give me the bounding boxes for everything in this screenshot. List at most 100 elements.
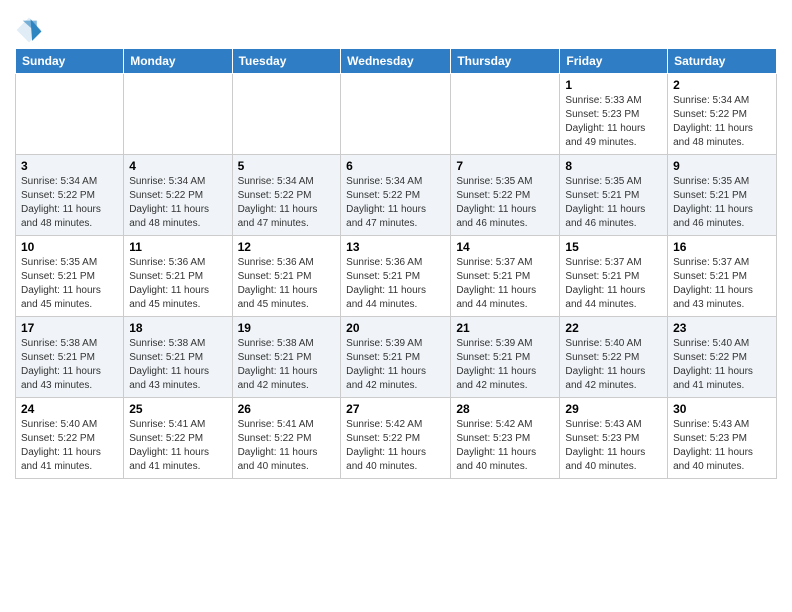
day-info: Sunrise: 5:34 AM Sunset: 5:22 PM Dayligh… (346, 175, 445, 231)
day-cell: 10 Sunrise: 5:35 AM Sunset: 5:21 PM Dayli… (16, 236, 124, 317)
day-number: 17 (21, 321, 118, 335)
day-info: Sunrise: 5:33 AM Sunset: 5:23 PM Dayligh… (565, 94, 662, 150)
day-info: Sunrise: 5:41 AM Sunset: 5:22 PM Dayligh… (238, 418, 336, 474)
day-info: Sunrise: 5:34 AM Sunset: 5:22 PM Dayligh… (238, 175, 336, 231)
day-info: Sunrise: 5:35 AM Sunset: 5:21 PM Dayligh… (21, 256, 118, 312)
day-info: Sunrise: 5:42 AM Sunset: 5:22 PM Dayligh… (346, 418, 445, 474)
day-cell: 26 Sunrise: 5:41 AM Sunset: 5:22 PM Dayli… (232, 398, 341, 479)
day-number: 12 (238, 240, 336, 254)
day-cell: 15Sunrise: 5:37 AM Sunset: 5:21 PM Dayli… (560, 236, 668, 317)
day-cell: 8 Sunrise: 5:35 AM Sunset: 5:21 PM Daylig… (560, 155, 668, 236)
day-info: Sunrise: 5:34 AM Sunset: 5:22 PM Dayligh… (21, 175, 118, 231)
day-number: 16 (673, 240, 771, 254)
header-row: SundayMondayTuesdayWednesdayThursdayFrid… (16, 49, 777, 74)
day-cell: 1 Sunrise: 5:33 AM Sunset: 5:23 PM Daylig… (560, 74, 668, 155)
col-header-monday: Monday (124, 49, 232, 74)
day-info: Sunrise: 5:42 AM Sunset: 5:23 PM Dayligh… (456, 418, 554, 474)
day-number: 21 (456, 321, 554, 335)
day-cell: 19Sunrise: 5:38 AM Sunset: 5:21 PM Dayli… (232, 317, 341, 398)
day-cell (124, 74, 232, 155)
day-cell (341, 74, 451, 155)
day-info: Sunrise: 5:37 AM Sunset: 5:21 PM Dayligh… (456, 256, 554, 312)
day-number: 8 (565, 159, 662, 173)
week-row-2: 3 Sunrise: 5:34 AM Sunset: 5:22 PM Daylig… (16, 155, 777, 236)
day-info: Sunrise: 5:37 AM Sunset: 5:21 PM Dayligh… (673, 256, 771, 312)
day-number: 23 (673, 321, 771, 335)
day-cell: 30 Sunrise: 5:43 AM Sunset: 5:23 PM Dayli… (668, 398, 777, 479)
week-row-1: 1 Sunrise: 5:33 AM Sunset: 5:23 PM Daylig… (16, 74, 777, 155)
col-header-friday: Friday (560, 49, 668, 74)
day-cell: 9 Sunrise: 5:35 AM Sunset: 5:21 PM Daylig… (668, 155, 777, 236)
day-cell: 22 Sunrise: 5:40 AM Sunset: 5:22 PM Dayli… (560, 317, 668, 398)
day-cell: 3 Sunrise: 5:34 AM Sunset: 5:22 PM Daylig… (16, 155, 124, 236)
day-cell: 17 Sunrise: 5:38 AM Sunset: 5:21 PM Dayli… (16, 317, 124, 398)
day-info: Sunrise: 5:38 AM Sunset: 5:21 PM Dayligh… (21, 337, 118, 393)
day-info: Sunrise: 5:36 AM Sunset: 5:21 PM Dayligh… (346, 256, 445, 312)
logo-icon (15, 16, 43, 44)
calendar-header: SundayMondayTuesdayWednesdayThursdayFrid… (16, 49, 777, 74)
day-cell: 7 Sunrise: 5:35 AM Sunset: 5:22 PM Daylig… (451, 155, 560, 236)
day-number: 28 (456, 402, 554, 416)
day-number: 15 (565, 240, 662, 254)
day-info: Sunrise: 5:35 AM Sunset: 5:21 PM Dayligh… (673, 175, 771, 231)
day-cell (16, 74, 124, 155)
day-info: Sunrise: 5:38 AM Sunset: 5:21 PM Dayligh… (129, 337, 226, 393)
week-row-3: 10 Sunrise: 5:35 AM Sunset: 5:21 PM Dayli… (16, 236, 777, 317)
day-info: Sunrise: 5:39 AM Sunset: 5:21 PM Dayligh… (456, 337, 554, 393)
day-number: 22 (565, 321, 662, 335)
day-info: Sunrise: 5:43 AM Sunset: 5:23 PM Dayligh… (673, 418, 771, 474)
day-cell: 29Sunrise: 5:43 AM Sunset: 5:23 PM Dayli… (560, 398, 668, 479)
day-number: 26 (238, 402, 336, 416)
day-info: Sunrise: 5:41 AM Sunset: 5:22 PM Dayligh… (129, 418, 226, 474)
day-info: Sunrise: 5:39 AM Sunset: 5:21 PM Dayligh… (346, 337, 445, 393)
day-number: 14 (456, 240, 554, 254)
col-header-thursday: Thursday (451, 49, 560, 74)
logo (15, 16, 47, 44)
day-info: Sunrise: 5:40 AM Sunset: 5:22 PM Dayligh… (565, 337, 662, 393)
day-cell: 5 Sunrise: 5:34 AM Sunset: 5:22 PM Daylig… (232, 155, 341, 236)
calendar-table: SundayMondayTuesdayWednesdayThursdayFrid… (15, 48, 777, 479)
day-number: 6 (346, 159, 445, 173)
day-cell: 25 Sunrise: 5:41 AM Sunset: 5:22 PM Dayli… (124, 398, 232, 479)
day-cell: 14 Sunrise: 5:37 AM Sunset: 5:21 PM Dayli… (451, 236, 560, 317)
page-header (15, 10, 777, 44)
day-cell: 11 Sunrise: 5:36 AM Sunset: 5:21 PM Dayli… (124, 236, 232, 317)
day-number: 5 (238, 159, 336, 173)
day-info: Sunrise: 5:40 AM Sunset: 5:22 PM Dayligh… (21, 418, 118, 474)
col-header-saturday: Saturday (668, 49, 777, 74)
day-number: 7 (456, 159, 554, 173)
day-number: 25 (129, 402, 226, 416)
day-info: Sunrise: 5:43 AM Sunset: 5:23 PM Dayligh… (565, 418, 662, 474)
day-cell: 23 Sunrise: 5:40 AM Sunset: 5:22 PM Dayli… (668, 317, 777, 398)
day-number: 2 (673, 78, 771, 92)
col-header-tuesday: Tuesday (232, 49, 341, 74)
day-info: Sunrise: 5:35 AM Sunset: 5:22 PM Dayligh… (456, 175, 554, 231)
calendar-body: 1 Sunrise: 5:33 AM Sunset: 5:23 PM Daylig… (16, 74, 777, 479)
col-header-wednesday: Wednesday (341, 49, 451, 74)
day-info: Sunrise: 5:36 AM Sunset: 5:21 PM Dayligh… (129, 256, 226, 312)
day-number: 11 (129, 240, 226, 254)
day-cell: 4 Sunrise: 5:34 AM Sunset: 5:22 PM Daylig… (124, 155, 232, 236)
day-info: Sunrise: 5:40 AM Sunset: 5:22 PM Dayligh… (673, 337, 771, 393)
day-cell: 24Sunrise: 5:40 AM Sunset: 5:22 PM Dayli… (16, 398, 124, 479)
day-cell: 2Sunrise: 5:34 AM Sunset: 5:22 PM Daylig… (668, 74, 777, 155)
day-cell: 20Sunrise: 5:39 AM Sunset: 5:21 PM Dayli… (341, 317, 451, 398)
day-number: 30 (673, 402, 771, 416)
day-cell: 6 Sunrise: 5:34 AM Sunset: 5:22 PM Daylig… (341, 155, 451, 236)
day-number: 9 (673, 159, 771, 173)
day-info: Sunrise: 5:35 AM Sunset: 5:21 PM Dayligh… (565, 175, 662, 231)
day-cell (232, 74, 341, 155)
day-info: Sunrise: 5:36 AM Sunset: 5:21 PM Dayligh… (238, 256, 336, 312)
day-cell: 28 Sunrise: 5:42 AM Sunset: 5:23 PM Dayli… (451, 398, 560, 479)
day-number: 3 (21, 159, 118, 173)
day-cell: 18 Sunrise: 5:38 AM Sunset: 5:21 PM Dayli… (124, 317, 232, 398)
week-row-5: 24Sunrise: 5:40 AM Sunset: 5:22 PM Dayli… (16, 398, 777, 479)
day-cell: 13Sunrise: 5:36 AM Sunset: 5:21 PM Dayli… (341, 236, 451, 317)
day-number: 1 (565, 78, 662, 92)
day-cell: 16 Sunrise: 5:37 AM Sunset: 5:21 PM Dayli… (668, 236, 777, 317)
day-number: 18 (129, 321, 226, 335)
day-number: 10 (21, 240, 118, 254)
day-number: 4 (129, 159, 226, 173)
day-cell (451, 74, 560, 155)
day-info: Sunrise: 5:34 AM Sunset: 5:22 PM Dayligh… (129, 175, 226, 231)
